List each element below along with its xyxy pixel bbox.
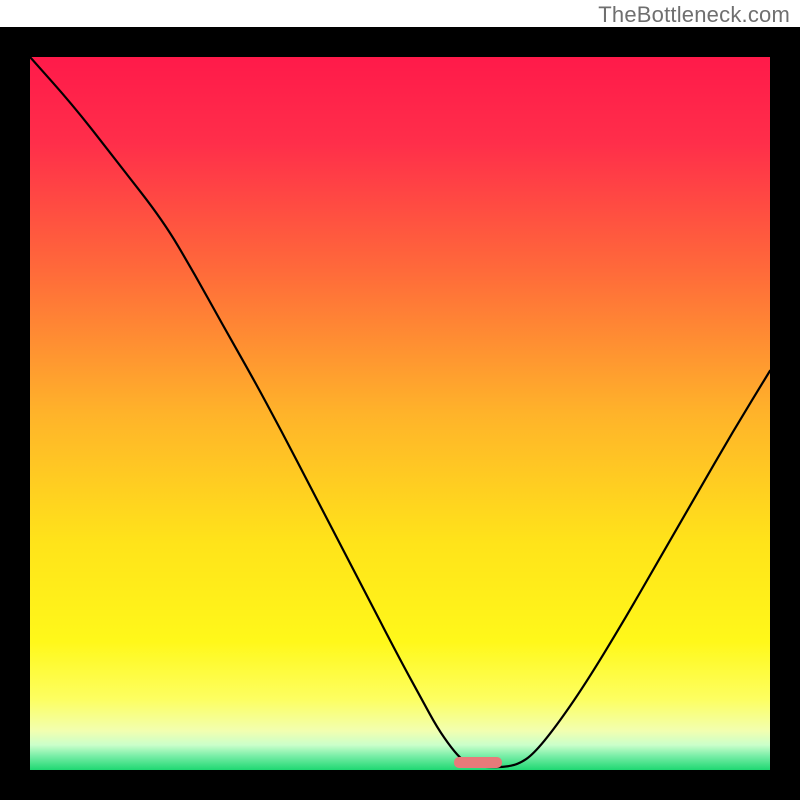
bottleneck-curve [30,57,770,770]
plot-area [30,57,770,770]
optimal-marker [454,757,502,768]
chart-frame: TheBottleneck.com [0,0,800,800]
watermark-text: TheBottleneck.com [598,2,790,28]
